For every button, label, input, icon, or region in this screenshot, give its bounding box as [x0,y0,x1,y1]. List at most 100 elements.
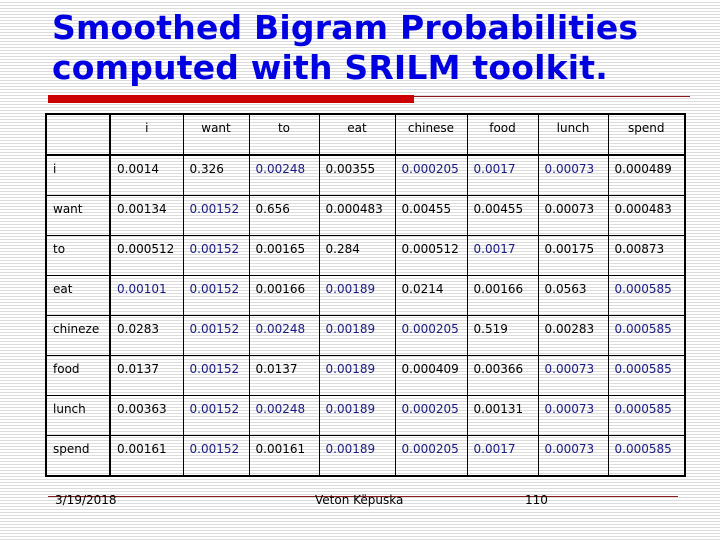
column-header: want [182,113,250,156]
probability-cell: 0.00283 [537,315,609,356]
table-row: i 0.0014 0.326 0.00248 0.00355 0.000205 0.0017… [45,154,686,196]
probability-cell: 0.284 [318,235,396,276]
probability-cell: 0.00161 [109,435,184,477]
probability-cell: 0.00189 [318,435,396,477]
column-header: spend [607,113,686,156]
probability-cell: 0.00355 [318,154,396,196]
probability-cell: 0.00073 [537,355,609,396]
table-row: eat 0.00101 0.00152 0.00166 0.00189 0.0214 0.0… [45,275,686,316]
title-line-1: Smoothed Bigram Probabilities [52,8,639,47]
probability-cell: 0.00161 [248,435,320,477]
header-row: i want to eat chinese food lunch spend [45,113,686,156]
probability-cell: 0.00101 [109,275,184,316]
probability-cell: 0.0563 [537,275,609,316]
table-row: food 0.0137 0.00152 0.0137 0.00189 0.000409 0.… [45,355,686,396]
probability-cell: 0.00073 [537,154,609,196]
probability-cell: 0.00873 [607,235,686,276]
title-accent-bar [48,95,414,103]
probability-cell: 0.000585 [607,315,686,356]
probability-cell: 0.00152 [182,355,250,396]
probability-cell: 0.00166 [248,275,320,316]
slide-title: Smoothed Bigram Probabilities computed w… [52,8,712,88]
table-body: i 0.0014 0.326 0.00248 0.00355 0.000205 0.0017… [45,154,686,477]
footer-page-number: 110 [525,493,548,507]
row-header: i [45,154,111,196]
probability-cell: 0.0214 [394,275,468,316]
probability-cell: 0.00152 [182,315,250,356]
footer-author: Veton Këpuska [315,493,404,507]
probability-cell: 0.0137 [109,355,184,396]
probability-cell: 0.0017 [466,435,539,477]
probability-cell: 0.000512 [394,235,468,276]
probability-cell: 0.000585 [607,275,686,316]
probability-cell: 0.00152 [182,435,250,477]
row-header: eat [45,275,111,316]
probability-cell: 0.00248 [248,395,320,436]
corner-cell [45,113,111,156]
probability-cell: 0.00248 [248,154,320,196]
probability-cell: 0.000409 [394,355,468,396]
column-header: lunch [537,113,609,156]
probability-cell: 0.00189 [318,395,396,436]
probability-cell: 0.000483 [318,195,396,236]
probability-cell: 0.00152 [182,275,250,316]
column-header: to [248,113,320,156]
probability-cell: 0.326 [182,154,250,196]
row-header: food [45,355,111,396]
table-row: to 0.000512 0.00152 0.00165 0.284 0.000512 0.0… [45,235,686,276]
column-header: i [109,113,184,156]
probability-cell: 0.0137 [248,355,320,396]
probability-cell: 0.000585 [607,395,686,436]
probability-cell: 0.00131 [466,395,539,436]
row-header: to [45,235,111,276]
probability-cell: 0.0017 [466,154,539,196]
probability-cell: 0.00166 [466,275,539,316]
row-header: spend [45,435,111,477]
row-header: chineze [45,315,111,356]
probability-cell: 0.000205 [394,395,468,436]
column-header: chinese [394,113,468,156]
probability-cell: 0.0283 [109,315,184,356]
title-underline [414,96,690,97]
probability-cell: 0.000205 [394,315,468,356]
column-header: food [466,113,539,156]
probability-cell: 0.656 [248,195,320,236]
column-header: eat [318,113,396,156]
probability-cell: 0.519 [466,315,539,356]
probability-cell: 0.00175 [537,235,609,276]
probability-cell: 0.00165 [248,235,320,276]
probability-cell: 0.00134 [109,195,184,236]
probability-cell: 0.000205 [394,435,468,477]
probability-cell: 0.00152 [182,195,250,236]
probability-cell: 0.00189 [318,315,396,356]
probability-cell: 0.0017 [466,235,539,276]
bigram-probability-table: i want to eat chinese food lunch spend i 0.0014 0… [45,113,686,477]
probability-cell: 0.00363 [109,395,184,436]
title-line-2: computed with SRILM toolkit. [52,48,608,87]
probability-cell: 0.00073 [537,435,609,477]
row-header: want [45,195,111,236]
probability-cell: 0.0014 [109,154,184,196]
probability-cell: 0.00366 [466,355,539,396]
row-header: lunch [45,395,111,436]
probability-cell: 0.00189 [318,355,396,396]
probability-cell: 0.00073 [537,395,609,436]
probability-cell: 0.000585 [607,435,686,477]
probability-cell: 0.00248 [248,315,320,356]
probability-cell: 0.00152 [182,235,250,276]
probability-cell: 0.00152 [182,395,250,436]
probability-cell: 0.000205 [394,154,468,196]
probability-cell: 0.00073 [537,195,609,236]
probability-cell: 0.000489 [607,154,686,196]
probability-cell: 0.00455 [466,195,539,236]
table-row: chineze 0.0283 0.00152 0.00248 0.00189 0.0002… [45,315,686,356]
table-row: spend 0.00161 0.00152 0.00161 0.00189 0.00020… [45,435,686,477]
probability-cell: 0.00189 [318,275,396,316]
table-row: want 0.00134 0.00152 0.656 0.000483 0.00455 0.… [45,195,686,236]
probability-cell: 0.00455 [394,195,468,236]
probability-cell: 0.000483 [607,195,686,236]
footer-date: 3/19/2018 [55,493,117,507]
probability-cell: 0.000585 [607,355,686,396]
probability-cell: 0.000512 [109,235,184,276]
table-row: lunch 0.00363 0.00152 0.00248 0.00189 0.00020… [45,395,686,436]
